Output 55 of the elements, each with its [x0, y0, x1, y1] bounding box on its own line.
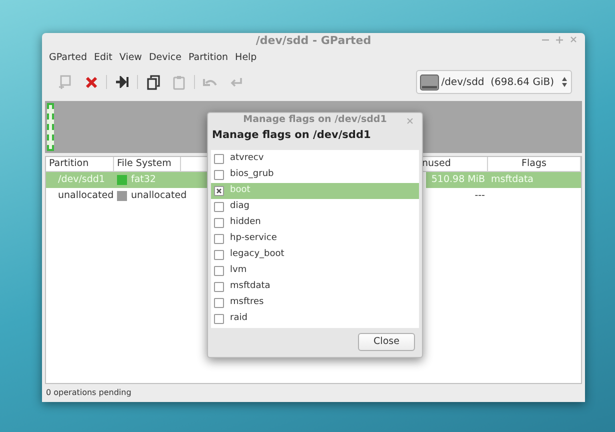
- maximize-icon[interactable]: [556, 35, 563, 44]
- menu-item[interactable]: View: [116, 50, 145, 66]
- flag-row[interactable]: msftres: [211, 295, 419, 311]
- table-row[interactable]: unallocated unallocated: [46, 188, 207, 204]
- close-icon[interactable]: [570, 35, 577, 44]
- checkbox[interactable]: [214, 282, 224, 292]
- window-title: /dev/sdd - GParted: [256, 32, 372, 49]
- checkbox[interactable]: [214, 314, 224, 324]
- column-header[interactable]: Partition: [49, 156, 89, 172]
- close-icon[interactable]: [407, 118, 413, 124]
- column-header[interactable]: nused: [422, 156, 451, 172]
- table-cell: msftdata: [491, 174, 534, 185]
- checkmark-icon: [216, 188, 222, 194]
- delete-icon[interactable]: [84, 76, 98, 88]
- table-cell: unallocated: [58, 190, 114, 201]
- checkbox[interactable]: [214, 170, 224, 180]
- dialog-title: Manage flags on /dev/sdd1: [243, 113, 387, 128]
- flag-row[interactable]: legacy_boot: [211, 247, 419, 263]
- flag-row[interactable]: hp-service: [211, 231, 419, 247]
- menu-item[interactable]: Device: [146, 50, 184, 66]
- arrow-to-bar-icon[interactable]: [115, 76, 129, 88]
- menu-item[interactable]: Edit: [91, 50, 116, 66]
- flag-row[interactable]: lvm: [211, 263, 419, 279]
- table-cell-text: fat32: [131, 172, 156, 187]
- partition-block[interactable]: [47, 103, 54, 151]
- flag-row[interactable]: bios_grub: [211, 167, 419, 183]
- close-button[interactable]: Close: [358, 333, 415, 351]
- column-header[interactable]: File System: [117, 156, 172, 172]
- checkbox[interactable]: [214, 234, 224, 244]
- table-cell: /dev/sdd1: [58, 174, 105, 185]
- column-header[interactable]: Flags: [522, 156, 546, 172]
- flag-row[interactable]: diag: [211, 199, 419, 215]
- status-text: 0 operations pending: [46, 387, 132, 399]
- checkbox[interactable]: [214, 250, 224, 260]
- flag-row[interactable]: atvrecv: [211, 151, 419, 167]
- table-cell: 510.98 MiB: [431, 174, 485, 185]
- checkbox[interactable]: [214, 186, 224, 196]
- table-cell: ---: [474, 190, 485, 201]
- flag-row[interactable]: raid: [211, 311, 419, 327]
- checkbox[interactable]: [214, 218, 224, 228]
- checkbox[interactable]: [214, 154, 224, 164]
- checkbox[interactable]: [214, 202, 224, 212]
- menu-item[interactable]: GParted: [46, 50, 90, 66]
- table-cell-text: unallocated: [131, 188, 187, 203]
- table-row[interactable]: ---: [426, 188, 581, 204]
- menu-item[interactable]: Help: [232, 50, 260, 66]
- flag-row[interactable]: hidden: [211, 215, 419, 231]
- copy-icon[interactable]: [146, 74, 160, 90]
- spinner-arrows-icon: [561, 76, 568, 88]
- menu-item[interactable]: Partition: [185, 50, 232, 66]
- device-selector[interactable]: /dev/sdd (698.64 GiB): [416, 70, 572, 94]
- flag-row[interactable]: msftdata: [211, 279, 419, 295]
- dialog-heading: Manage flags on /dev/sdd1: [212, 128, 371, 144]
- checkbox[interactable]: [214, 298, 224, 308]
- checkbox[interactable]: [214, 266, 224, 276]
